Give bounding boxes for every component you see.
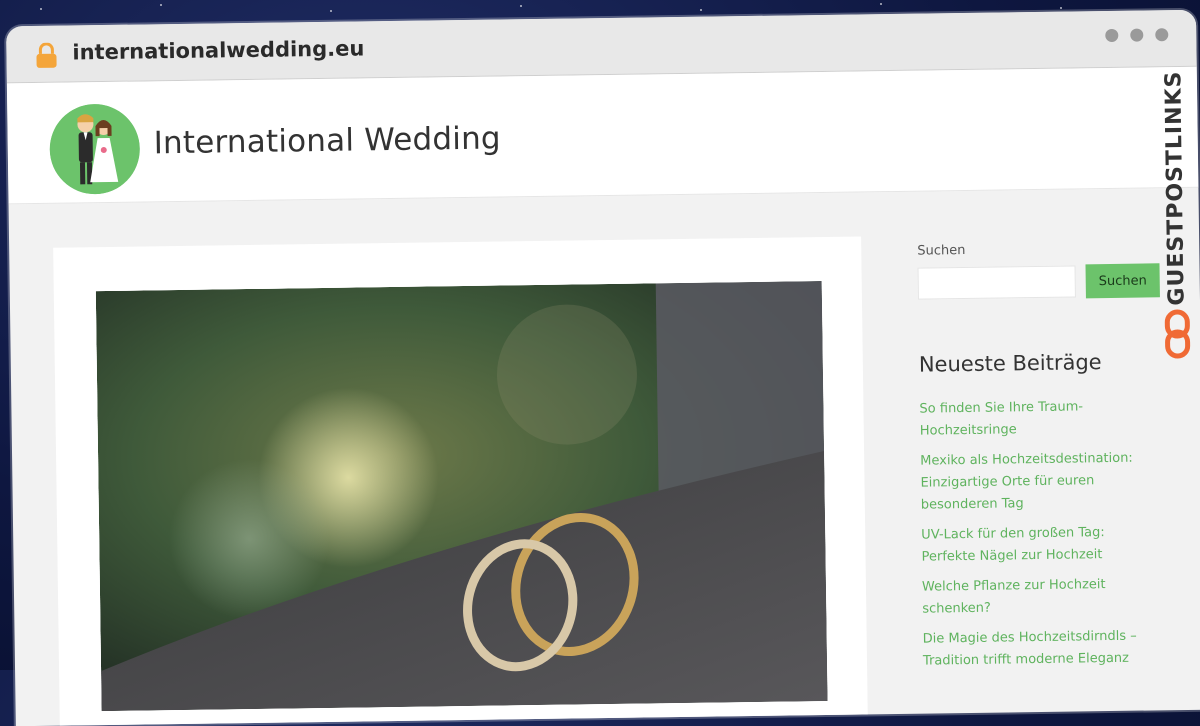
recent-posts-list: So finden Sie Ihre Traum-Hochzeitsringe … [919, 395, 1173, 672]
site-header: International Wedding [6, 66, 1199, 205]
page-content: Suchen Suchen Neueste Beiträge So finden… [9, 188, 1200, 726]
search-form: Suchen [917, 263, 1168, 300]
site-title[interactable]: International Wedding [153, 120, 501, 161]
window-dot-icon[interactable] [1155, 28, 1169, 42]
recent-post-link[interactable]: So finden Sie Ihre Traum-Hochzeitsringe [919, 395, 1160, 442]
guestpostlinks-badge: GUESTPOSTLINKS [1157, 60, 1195, 370]
featured-image[interactable] [95, 281, 828, 712]
url-text[interactable]: internationalwedding.eu [72, 36, 364, 64]
recent-posts-title: Neueste Beiträge [918, 350, 1102, 377]
couple-logo-icon [49, 104, 140, 195]
sidebar: Suchen Suchen Neueste Beiträge So finden… [917, 240, 1173, 680]
site-logo[interactable] [49, 103, 141, 195]
window-controls [1105, 28, 1169, 43]
featured-post-card [53, 236, 868, 726]
recent-post-link[interactable]: Die Magie des Hochzeitsdirndls – Traditi… [923, 625, 1164, 672]
search-label: Suchen [917, 243, 966, 259]
badge-text: GUESTPOSTLINKS [1161, 70, 1190, 306]
wedding-rings-image [95, 281, 828, 712]
recent-post-link[interactable]: Welche Pflanze zur Hochzeit schenken? [922, 573, 1163, 620]
chain-link-icon [1164, 309, 1191, 359]
search-input[interactable] [917, 265, 1076, 300]
recent-post-link[interactable]: Mexiko als Hochzeitsdestination: Einziga… [920, 447, 1161, 516]
browser-window: internationalwedding.eu International We… [6, 9, 1200, 726]
window-dot-icon[interactable] [1130, 28, 1144, 42]
window-dot-icon[interactable] [1105, 28, 1119, 43]
recent-post-link[interactable]: UV-Lack für den großen Tag: Perfekte Näg… [921, 521, 1162, 568]
search-button[interactable]: Suchen [1085, 263, 1161, 299]
lock-icon [36, 42, 57, 68]
